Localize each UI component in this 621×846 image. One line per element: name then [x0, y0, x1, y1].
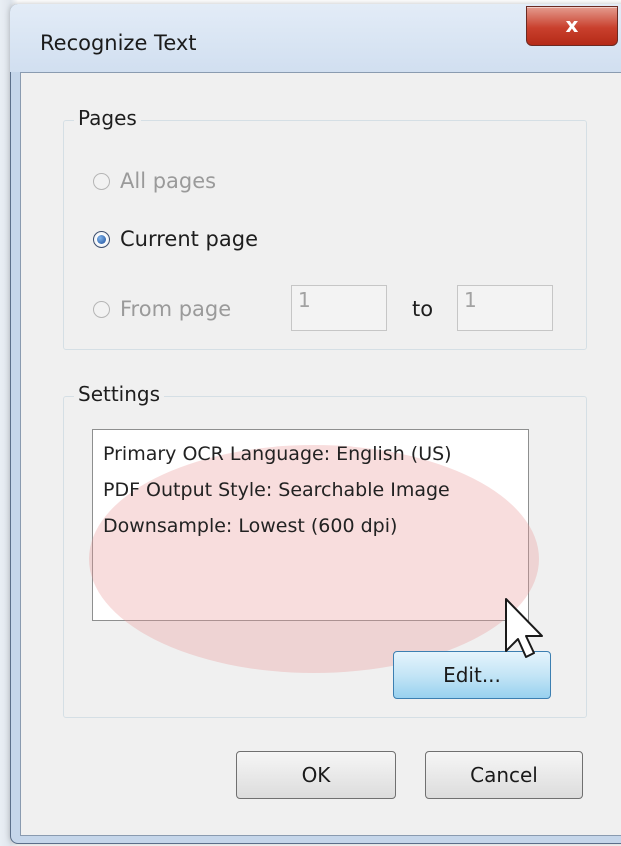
- current-page-option[interactable]: Current page: [93, 227, 258, 251]
- from-page-radio[interactable]: [93, 300, 110, 318]
- to-page-value: 1: [464, 288, 477, 312]
- all-pages-radio[interactable]: [93, 172, 110, 190]
- settings-line: Primary OCR Language: English (US): [103, 443, 452, 465]
- pages-group-label: Pages: [74, 106, 141, 130]
- close-button[interactable]: x: [526, 6, 618, 46]
- from-page-value: 1: [298, 288, 311, 312]
- ok-button[interactable]: OK: [236, 751, 396, 799]
- from-page-option[interactable]: From page: [93, 297, 231, 321]
- settings-line: Downsample: Lowest (600 dpi): [103, 515, 398, 537]
- mouse-pointer-icon: [505, 598, 543, 658]
- dialog-client-area: Pages All pages Current page From page 1…: [20, 72, 621, 836]
- from-page-label: From page: [120, 297, 232, 321]
- close-icon: x: [565, 13, 579, 37]
- to-label: to: [412, 297, 434, 321]
- cancel-button[interactable]: Cancel: [425, 751, 583, 799]
- current-page-label: Current page: [120, 227, 258, 251]
- to-page-input[interactable]: 1: [457, 285, 553, 331]
- settings-group-label: Settings: [74, 382, 165, 406]
- current-page-radio[interactable]: [93, 230, 110, 248]
- all-pages-label: All pages: [120, 169, 217, 193]
- from-page-input[interactable]: 1: [291, 285, 387, 331]
- dialog-title: Recognize Text: [40, 31, 197, 55]
- settings-line: PDF Output Style: Searchable Image: [103, 479, 450, 501]
- all-pages-option[interactable]: All pages: [93, 169, 216, 193]
